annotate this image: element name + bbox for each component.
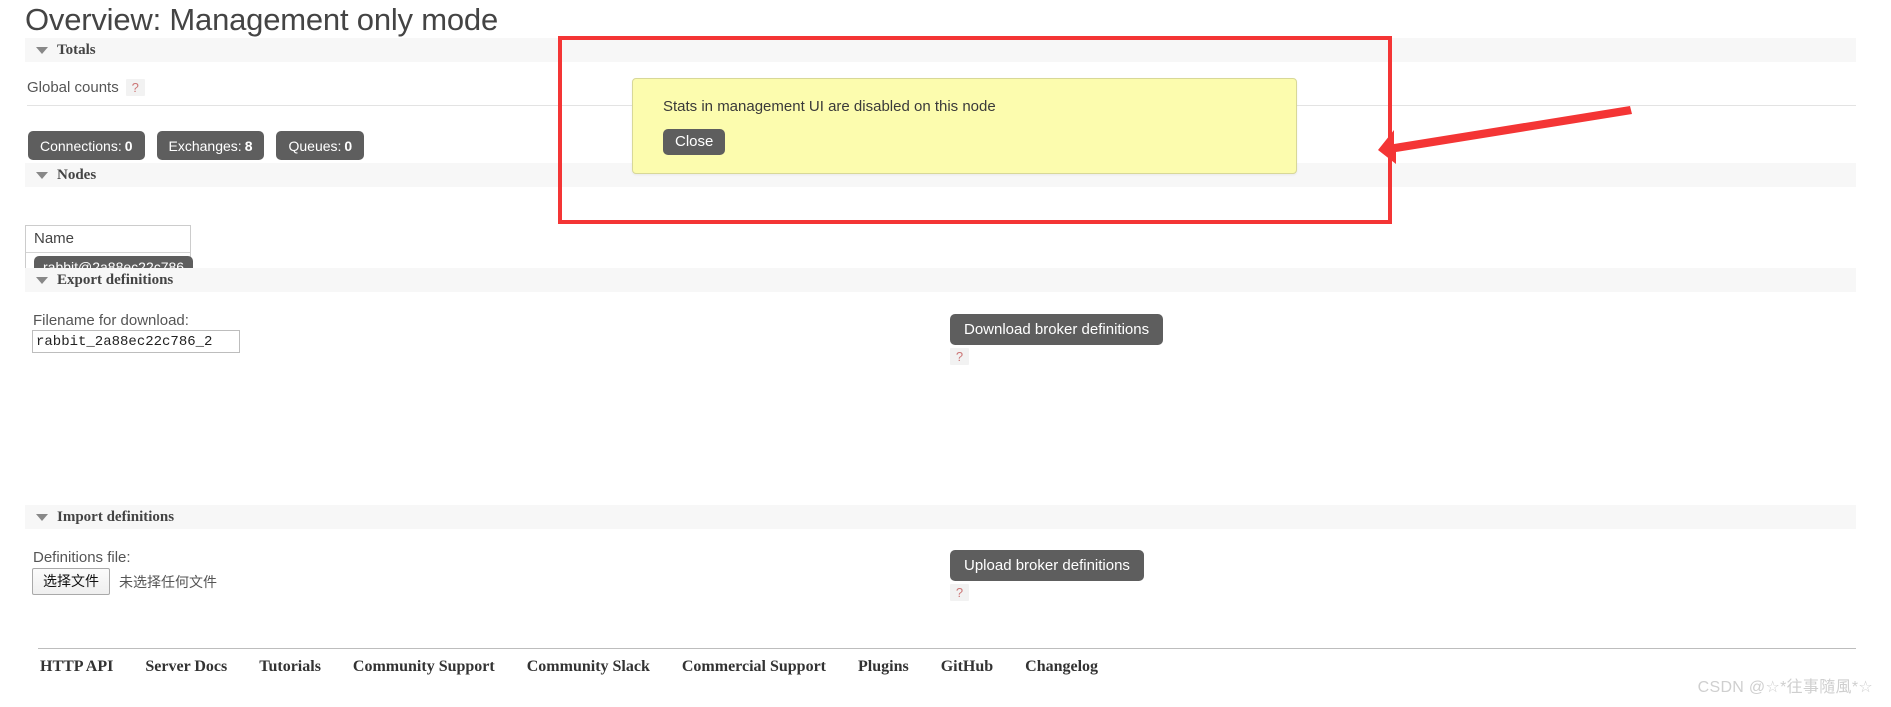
footer-links: HTTP API Server Docs Tutorials Community… — [40, 658, 1098, 676]
watermark: CSDN @☆*往事隨風*☆ — [1697, 679, 1873, 696]
footer-link-http-api[interactable]: HTTP API — [40, 658, 113, 676]
section-label-import-definitions: Import definitions — [57, 508, 175, 525]
count-value-queues: 0 — [344, 137, 353, 154]
close-button[interactable]: Close — [663, 129, 726, 155]
stats-disabled-message: Stats in management UI are disabled on t… — [663, 98, 996, 115]
choose-file-button[interactable]: 选择文件 — [32, 568, 110, 595]
footer-link-community-slack[interactable]: Community Slack — [527, 658, 650, 676]
count-value-exchanges: 8 — [244, 137, 253, 154]
count-label-connections: Connections: — [40, 137, 122, 154]
count-label-exchanges: Exchanges: — [168, 137, 242, 154]
section-header-export-definitions[interactable]: Export definitions — [25, 268, 1856, 292]
footer-link-github[interactable]: GitHub — [941, 658, 993, 676]
annotation-arrow-icon — [1378, 106, 1632, 164]
filename-for-download-label: Filename for download: — [33, 312, 189, 329]
definitions-file-input[interactable]: 选择文件 未选择任何文件 — [32, 568, 217, 595]
caret-down-icon[interactable] — [36, 46, 48, 54]
file-selection-status: 未选择任何文件 — [119, 573, 217, 590]
footer-link-commercial-support[interactable]: Commercial Support — [682, 658, 826, 676]
global-counts-row: Global counts ? — [27, 79, 145, 96]
global-counts-buttons: Connections: 0 Exchanges: 8 Queues: 0 — [28, 131, 365, 160]
filename-for-download-input[interactable] — [32, 330, 240, 353]
download-broker-definitions-button[interactable]: Download broker definitions — [950, 314, 1164, 345]
definitions-file-label: Definitions file: — [33, 549, 131, 566]
download-broker-definitions-group: Download broker definitions ? — [950, 314, 1164, 365]
footer-link-community-support[interactable]: Community Support — [353, 658, 495, 676]
help-icon-export-definitions[interactable]: ? — [950, 348, 969, 365]
section-header-totals[interactable]: Totals — [25, 38, 1856, 62]
caret-down-icon[interactable] — [36, 513, 48, 521]
caret-down-icon[interactable] — [36, 276, 48, 284]
section-label-export-definitions: Export definitions — [57, 271, 174, 288]
page-title: Overview: Management only mode — [25, 2, 499, 37]
count-button-exchanges[interactable]: Exchanges: 8 — [156, 131, 265, 160]
nodes-column-header-name: Name — [26, 226, 190, 253]
footer-divider — [38, 648, 1856, 649]
footer-link-tutorials[interactable]: Tutorials — [259, 658, 321, 676]
upload-broker-definitions-group: Upload broker definitions ? — [950, 550, 1144, 601]
count-value-connections: 0 — [124, 137, 133, 154]
section-label-totals: Totals — [57, 41, 96, 58]
footer-link-changelog[interactable]: Changelog — [1025, 658, 1098, 676]
section-label-nodes: Nodes — [57, 166, 97, 183]
upload-broker-definitions-button[interactable]: Upload broker definitions — [950, 550, 1144, 581]
help-icon-global-counts[interactable]: ? — [125, 79, 145, 96]
section-header-import-definitions[interactable]: Import definitions — [25, 505, 1856, 529]
count-button-queues[interactable]: Queues: 0 — [276, 131, 365, 160]
help-icon-import-definitions[interactable]: ? — [950, 584, 969, 601]
global-counts-label: Global counts — [27, 79, 119, 96]
caret-down-icon[interactable] — [36, 171, 48, 179]
stats-disabled-banner: Stats in management UI are disabled on t… — [632, 78, 1297, 174]
count-button-connections[interactable]: Connections: 0 — [28, 131, 145, 160]
footer-link-plugins[interactable]: Plugins — [858, 658, 909, 676]
footer-link-server-docs[interactable]: Server Docs — [145, 658, 227, 676]
count-label-queues: Queues: — [288, 137, 342, 154]
